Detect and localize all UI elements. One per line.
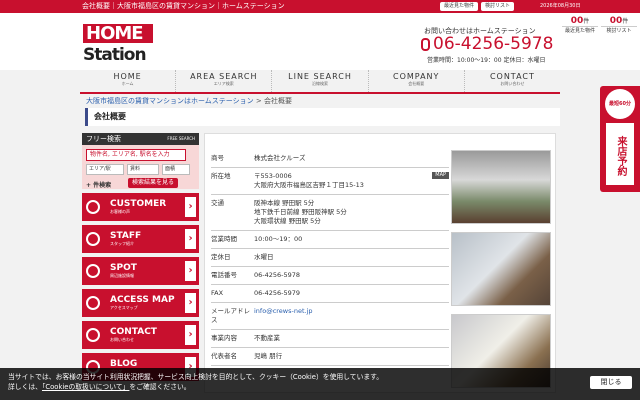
info-key: 商号 bbox=[211, 154, 224, 162]
chevron-right-icon: › bbox=[185, 261, 196, 281]
info-row: 交通 阪神本線 野田駅 5分 地下鉄千日前線 野田阪神駅 5分 大阪環状線 野田駅 5… bbox=[211, 195, 449, 231]
info-value: 不動産業 bbox=[254, 334, 280, 342]
info-value: 株式会社クルーズ bbox=[254, 154, 306, 162]
phone-icon bbox=[421, 37, 430, 51]
sidebar: フリー検索 FREE SEARCH 物件名, エリア名, 駅名を入力 エリア/駅 … bbox=[82, 133, 199, 381]
rent-select[interactable]: 賃料 bbox=[127, 164, 159, 175]
logo[interactable]: HOME bbox=[83, 24, 153, 43]
business-hours: 営業時間：10:00～19：00 定休日：水曜日 bbox=[427, 57, 546, 64]
spot-button[interactable]: SPOT 周辺施設情報 › bbox=[82, 257, 199, 285]
customer-button[interactable]: CUSTOMER お客様の声 › bbox=[82, 193, 199, 221]
keyword-input[interactable]: 物件名, エリア名, 駅名を入力 bbox=[86, 149, 186, 161]
nav-area-search[interactable]: AREA SEARCH エリア検索 bbox=[176, 70, 273, 92]
chevron-right-icon: › bbox=[185, 197, 196, 217]
email-link[interactable]: info@crews-net.jp bbox=[254, 307, 313, 315]
customer-icon bbox=[86, 200, 100, 214]
breadcrumb: 大阪市福島区の賃貸マンションはホームステーション > 会社概要 bbox=[86, 97, 292, 105]
info-key: 営業時間 bbox=[211, 235, 237, 243]
logo-subtitle[interactable]: Station bbox=[83, 46, 147, 64]
staff-button[interactable]: STAFF スタッフ紹介 › bbox=[82, 225, 199, 253]
cookie-banner: 当サイトでは、お客様の当サイト利用状況把握、サービス向上検討を目的として、クッキ… bbox=[0, 368, 640, 400]
date-label: 2026年08月30日 bbox=[540, 3, 581, 9]
info-key: 定休日 bbox=[211, 253, 231, 261]
info-key: 交通 bbox=[211, 199, 224, 207]
chevron-right-icon: › bbox=[185, 325, 196, 345]
contact-button[interactable]: CONTACT お問い合わせ › bbox=[82, 321, 199, 349]
review-counter[interactable]: 00件 検討リスト bbox=[601, 16, 637, 45]
size-select[interactable]: 面積 bbox=[162, 164, 190, 175]
map-badge[interactable]: MAP bbox=[432, 172, 449, 179]
mail-icon bbox=[86, 328, 100, 342]
page-title: 会社概要 bbox=[85, 108, 560, 126]
nav-home[interactable]: HOME ホーム bbox=[80, 70, 177, 92]
info-key: メールアドレス bbox=[211, 307, 250, 324]
badge-60min: 最短60分 bbox=[605, 89, 635, 119]
cookie-close-button[interactable]: 閉じる bbox=[590, 376, 632, 389]
staff-icon bbox=[86, 232, 100, 246]
area-select[interactable]: エリア/駅 bbox=[86, 164, 124, 175]
info-row: 代表者名 児嶋 朋行 bbox=[211, 348, 449, 366]
condition-toggle[interactable]: + 件検索 bbox=[86, 180, 111, 189]
header: HOME Station お問い合わせはホームステーション 06-4256-59… bbox=[0, 13, 640, 70]
info-value: 〒553-0006 大阪府大阪市福島区吉野１丁目15-13 MAP bbox=[254, 172, 449, 190]
info-key: 電話番号 bbox=[211, 271, 237, 279]
info-row: 営業時間 10:00～19：00 bbox=[211, 231, 449, 249]
office-interior-photo bbox=[451, 232, 551, 306]
free-search-header: フリー検索 FREE SEARCH bbox=[82, 133, 199, 145]
info-row: 電話番号 06-4256-5978 bbox=[211, 267, 449, 285]
info-value: 06-4256-5978 bbox=[254, 271, 301, 279]
info-row: 所在地 〒553-0006 大阪府大阪市福島区吉野１丁目15-13 MAP bbox=[211, 168, 449, 195]
company-content: 商号 株式会社クルーズ所在地 〒553-0006 大阪府大阪市福島区吉野１丁目15-1… bbox=[204, 133, 556, 393]
info-value: info@crews-net.jp bbox=[254, 307, 449, 325]
top-bar: 会社概要｜大阪市福島区の賃貸マンション｜ホームステーション 2026年08月30… bbox=[0, 0, 640, 13]
free-search-panel: 物件名, エリア名, 駅名を入力 エリア/駅 賃料 面積 + 件検索 検索結果を… bbox=[82, 145, 199, 189]
info-row: メールアドレス info@crews-net.jp bbox=[211, 303, 449, 330]
main-nav: HOME ホーム AREA SEARCH エリア検索 LINE SEARCH 沿線検索… bbox=[80, 70, 560, 92]
counters: 00件 最近見た物件 00件 検討リスト bbox=[560, 13, 640, 45]
info-key: FAX bbox=[211, 289, 224, 297]
access-map-button[interactable]: ACCESS MAP アクセスマップ › bbox=[82, 289, 199, 317]
cookie-text-line1: 当サイトでは、お客様の当サイト利用状況把握、サービス向上検討を目的として、クッキ… bbox=[8, 373, 384, 381]
info-key: 所在地 bbox=[211, 172, 231, 180]
nav-contact[interactable]: CONTACT お問い合わせ bbox=[465, 70, 560, 92]
map-icon bbox=[86, 296, 100, 310]
page: 会社概要｜大阪市福島区の賃貸マンション｜ホームステーション 2026年08月30… bbox=[0, 0, 640, 400]
company-info-table: 商号 株式会社クルーズ所在地 〒553-0006 大阪府大阪市福島区吉野１丁目15-1… bbox=[211, 150, 449, 366]
chevron-right-icon: › bbox=[185, 293, 196, 313]
nav-line-search[interactable]: LINE SEARCH 沿線検索 bbox=[272, 70, 369, 92]
info-value: 児嶋 朋行 bbox=[254, 352, 283, 360]
top-bar-text: 会社概要｜大阪市福島区の賃貸マンション｜ホームステーション bbox=[82, 2, 285, 10]
breadcrumb-home-link[interactable]: 大阪市福島区の賃貸マンションはホームステーション bbox=[86, 97, 254, 105]
cookie-policy-link[interactable]: 「Cookieの取扱いについて」 bbox=[42, 383, 129, 391]
nav-company[interactable]: COMPANY 会社概要 bbox=[369, 70, 465, 92]
chevron-right-icon: › bbox=[185, 229, 196, 249]
info-row: 商号 株式会社クルーズ bbox=[211, 150, 449, 168]
breadcrumb-current: 会社概要 bbox=[264, 97, 292, 105]
search-button[interactable]: 検索結果を見る bbox=[128, 178, 179, 188]
info-row: 事業内容 不動産業 bbox=[211, 330, 449, 348]
visit-reservation-banner[interactable]: 最短60分 来店予約 bbox=[600, 86, 640, 192]
info-key: 代表者名 bbox=[211, 352, 237, 360]
info-value: 阪神本線 野田駅 5分 地下鉄千日前線 野田阪神駅 5分 大阪環状線 野田駅 5分 bbox=[254, 199, 347, 225]
info-value: 水曜日 bbox=[254, 253, 274, 261]
review-list-button[interactable]: 検討リスト bbox=[481, 2, 515, 11]
recent-items-button[interactable]: 最近見た物件 bbox=[440, 2, 479, 11]
info-value: 06-4256-5979 bbox=[254, 289, 301, 297]
recent-counter[interactable]: 00件 最近見た物件 bbox=[562, 16, 598, 45]
info-row: FAX 06-4256-5979 bbox=[211, 285, 449, 303]
spot-icon bbox=[86, 264, 100, 278]
phone-number[interactable]: 06-4256-5978 bbox=[421, 35, 553, 53]
info-row: 定休日 水曜日 bbox=[211, 249, 449, 267]
info-key: 事業内容 bbox=[211, 334, 237, 342]
visit-reservation-label: 来店予約 bbox=[606, 123, 634, 185]
info-value: 10:00～19：00 bbox=[254, 235, 303, 243]
nav-divider bbox=[80, 92, 560, 94]
office-entrance-photo bbox=[451, 150, 551, 224]
